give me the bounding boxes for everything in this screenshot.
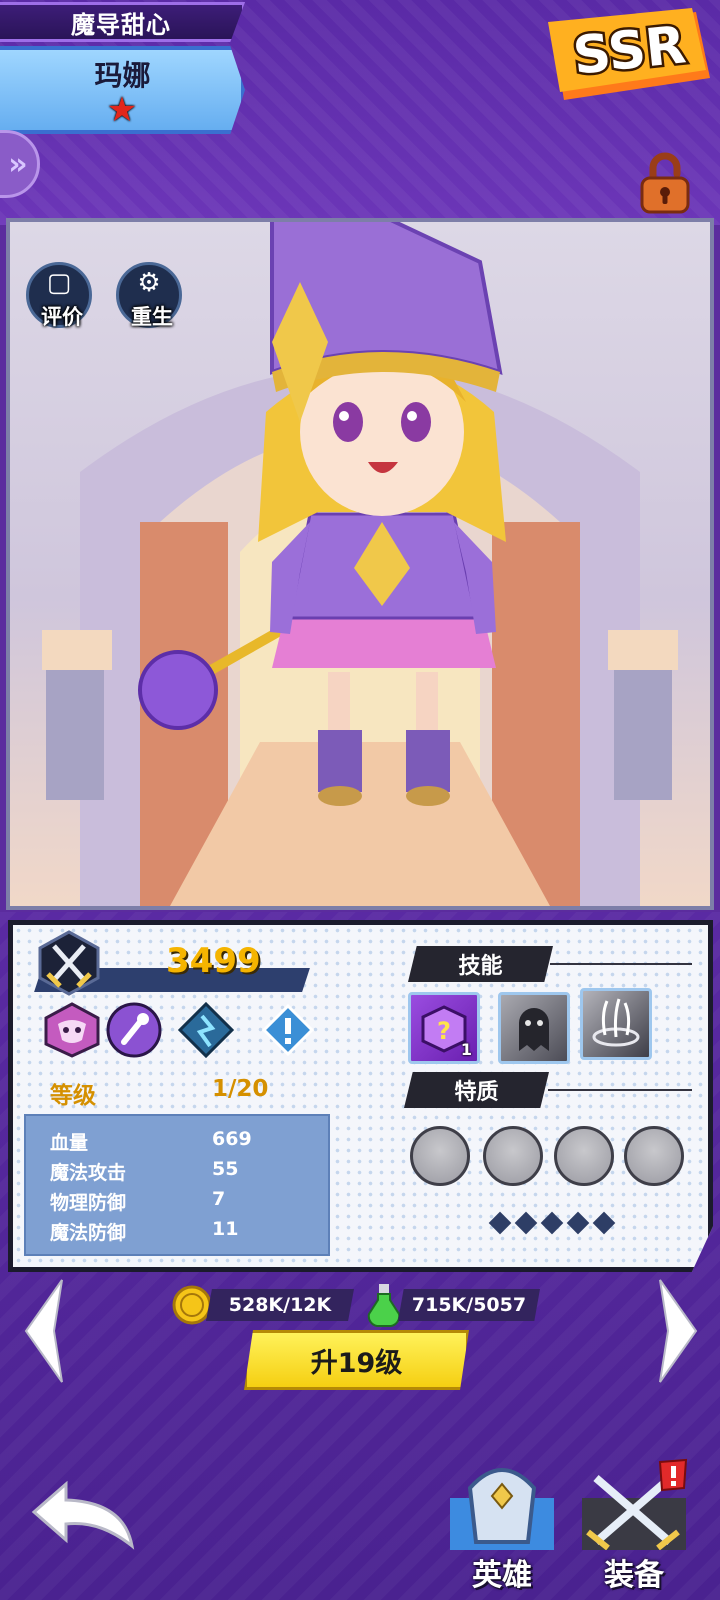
hero-title: 魔导甜心 xyxy=(0,2,245,42)
prev-hero-arrow[interactable] xyxy=(18,1278,68,1384)
review-button[interactable]: ▢ 评价 xyxy=(26,262,92,329)
trait-slot-2[interactable] xyxy=(483,1126,543,1186)
stat-value: 11 xyxy=(212,1218,239,1240)
skills-header: 技能 xyxy=(408,946,553,982)
stat-label: 魔法防御 xyxy=(50,1222,127,1244)
mask-icon[interactable] xyxy=(44,1002,100,1058)
trait-slot-4[interactable] xyxy=(624,1126,684,1186)
review-label: 评价 xyxy=(41,305,83,329)
vortex-icon xyxy=(592,998,640,1047)
divider xyxy=(550,963,692,965)
hero-showcase: ▢ 评价 ⚙ 重生 xyxy=(6,218,714,910)
crossed-swords-icon xyxy=(38,930,100,996)
svg-text:?: ? xyxy=(437,1017,451,1045)
stat-value: 55 xyxy=(212,1158,239,1180)
skill-slot-1[interactable]: ? 1 xyxy=(408,992,480,1064)
level-label: 等级 xyxy=(50,1083,96,1109)
gear-icon: ⚙ xyxy=(137,268,161,298)
stat-row-magic-attack: 魔法攻击 55 xyxy=(26,1158,306,1188)
next-hero-arrow[interactable] xyxy=(654,1278,704,1384)
hero-name: 玛娜 xyxy=(94,59,151,92)
stat-label: 物理防御 xyxy=(50,1192,127,1214)
potion-icon xyxy=(367,1284,401,1327)
potion-cost: 715K/5057 xyxy=(398,1289,540,1321)
gold-cost: 528K/12K xyxy=(206,1289,354,1321)
helmet-icon xyxy=(450,1468,554,1550)
comment-icon: ▢ xyxy=(46,268,72,298)
staff-icon[interactable] xyxy=(106,1002,162,1058)
stat-row-hp: 血量 669 xyxy=(26,1128,306,1158)
skill-slot-3[interactable] xyxy=(580,988,652,1060)
stat-value: 7 xyxy=(212,1188,226,1210)
stat-value: 669 xyxy=(212,1128,252,1150)
stat-label: 血量 xyxy=(50,1132,89,1154)
rebirth-button[interactable]: ⚙ 重生 xyxy=(116,262,182,329)
lock-icon[interactable] xyxy=(636,150,694,216)
rarity-text: SSR xyxy=(570,15,688,86)
stat-label: 魔法攻击 xyxy=(50,1162,127,1184)
stat-row-magic-defense: 魔法防御 11 xyxy=(26,1218,306,1248)
trait-slot-3[interactable] xyxy=(554,1126,614,1186)
gold-coin-icon xyxy=(172,1285,212,1325)
rune-icon[interactable] xyxy=(178,1002,234,1058)
ghost-icon xyxy=(519,1008,549,1051)
star-icon: ★ xyxy=(106,90,138,130)
traits-header: 特质 xyxy=(404,1072,549,1108)
tab-equipment-label: 装备 xyxy=(604,1558,664,1593)
upgrade-button[interactable]: 升19级 xyxy=(244,1330,469,1390)
back-arrow-icon[interactable] xyxy=(30,1480,140,1550)
tab-equipment[interactable]: 装备 xyxy=(574,1458,694,1598)
divider xyxy=(548,1089,692,1091)
power-value: 3499 xyxy=(166,941,261,981)
level-value: 1/20 xyxy=(212,1076,269,1102)
rebirth-label: 重生 xyxy=(131,305,173,329)
trait-slot-1[interactable] xyxy=(410,1126,470,1186)
tab-hero-label: 英雄 xyxy=(472,1558,532,1593)
rarity-badge: SSR xyxy=(548,8,710,100)
skill-slot-2[interactable] xyxy=(498,992,570,1064)
skill-count: 1 xyxy=(460,1040,472,1059)
tab-hero[interactable]: 英雄 xyxy=(442,1458,562,1598)
chevron-right-icon: » xyxy=(8,146,28,182)
alert-badge-icon xyxy=(658,1458,688,1492)
info-icon[interactable] xyxy=(260,1002,316,1058)
stat-row-physical-defense: 物理防御 7 xyxy=(26,1188,306,1218)
